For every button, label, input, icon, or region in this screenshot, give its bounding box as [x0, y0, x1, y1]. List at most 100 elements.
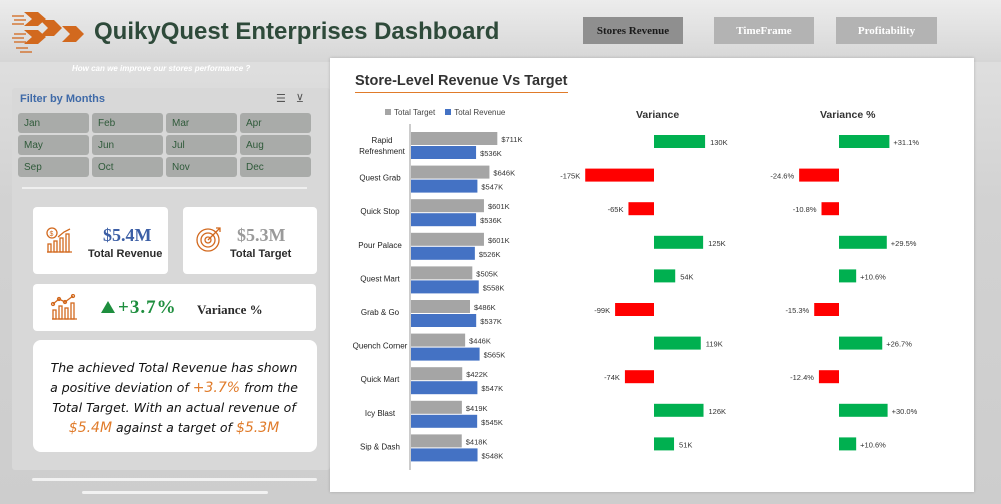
summary-text: The achieved Total Revenue has shown a p…	[50, 360, 298, 436]
variance-bar	[628, 202, 654, 216]
month-oct[interactable]: Oct	[92, 157, 163, 177]
target-data-label: $446K	[469, 337, 491, 346]
month-slicer: Jan Feb Mar Apr May Jun Jul Aug Sep Oct Nov Dec	[18, 113, 311, 177]
variance-pct-bar	[839, 135, 890, 148]
month-jan[interactable]: Jan	[18, 113, 89, 133]
store-label: Rapid	[372, 136, 393, 145]
kpi-revenue-label: Total Revenue	[88, 248, 163, 260]
variance-data-label: -99K	[594, 306, 610, 315]
scroll-bar	[82, 491, 268, 494]
target-icon	[196, 227, 221, 252]
target-bar	[411, 300, 471, 313]
variance-bar	[654, 437, 675, 451]
target-data-label: $505K	[476, 269, 498, 278]
month-sep[interactable]: Sep	[18, 157, 89, 177]
revenue-data-label: $536K	[480, 216, 502, 225]
variance-bar	[615, 303, 654, 316]
variance-pct-bar	[839, 235, 887, 249]
arrows-logo-icon	[12, 12, 84, 53]
variance-bar	[654, 135, 706, 148]
variance-pct-data-label: +10.6%	[860, 272, 886, 281]
nav-profitability[interactable]: Profitability	[836, 17, 937, 44]
target-bar	[411, 266, 473, 280]
target-data-label: $601K	[488, 236, 510, 245]
divider	[22, 187, 307, 189]
variance-chart-icon	[50, 294, 77, 320]
variance-pct-bar	[839, 403, 888, 417]
kpi-variance-value: +3.7%	[118, 297, 177, 318]
target-bar	[411, 333, 466, 347]
store-label: Sip & Dash	[360, 442, 400, 451]
target-bar	[411, 400, 462, 414]
revenue-bar	[411, 414, 478, 428]
revenue-data-label: $548K	[482, 451, 504, 460]
filter-title: Filter by Months	[20, 93, 105, 105]
store-label: Grab & Go	[361, 308, 400, 317]
variance-bar	[624, 370, 654, 384]
target-data-label: $646K	[493, 169, 515, 178]
kpi-total-revenue-card: $ $5.4M Total Revenue	[33, 207, 168, 274]
month-jul[interactable]: Jul	[166, 135, 237, 155]
kpi-target-value: $5.3M	[237, 225, 286, 245]
revenue-bar	[411, 146, 477, 159]
revenue-data-label: $536K	[480, 149, 502, 158]
variance-pct-bar	[839, 269, 857, 283]
variance-bar	[654, 235, 704, 249]
store-label: Pour Palace	[358, 241, 402, 250]
variance-data-label: -175K	[560, 172, 580, 181]
target-bar	[411, 132, 498, 145]
store-chart: Rapid Refreshment $711K $536K 130K +31.1% Ques…	[353, 124, 919, 470]
kpi-target-label: Total Target	[230, 248, 292, 260]
variance-data-label: 125K	[708, 239, 726, 248]
dashboard-subtitle: How can we improve our stores performanc…	[72, 64, 251, 73]
target-data-label: $418K	[466, 437, 488, 446]
kpi-revenue-value: $5.4M	[103, 225, 152, 245]
month-may[interactable]: May	[18, 135, 89, 155]
kpi-variance-card: +3.7% Variance %	[33, 284, 316, 331]
variance-bar	[654, 269, 676, 283]
up-triangle-icon	[101, 301, 115, 313]
variance-pct-bar	[818, 370, 839, 384]
kpi-variance-label: Variance %	[197, 302, 263, 317]
variance-pct-data-label: +30.0%	[892, 407, 918, 416]
revenue-chart-icon: $	[46, 227, 72, 253]
target-bar	[411, 165, 490, 179]
scroll-bar	[32, 478, 317, 481]
store-label: Quick Mart	[361, 375, 400, 384]
revenue-bar	[411, 280, 479, 294]
variance-data-label: 126K	[709, 407, 727, 416]
revenue-bar	[411, 448, 478, 462]
month-nov[interactable]: Nov	[166, 157, 237, 177]
store-label: Refreshment	[359, 147, 406, 156]
month-jun[interactable]: Jun	[92, 135, 163, 155]
month-aug[interactable]: Aug	[240, 135, 311, 155]
revenue-data-label: $565K	[484, 351, 506, 360]
target-data-label: $486K	[474, 303, 496, 312]
revenue-bar	[411, 179, 478, 193]
variance-pct-data-label: +10.6%	[860, 440, 886, 449]
month-apr[interactable]: Apr	[240, 113, 311, 133]
multi-select-icon[interactable]: ☰	[276, 92, 286, 105]
month-dec[interactable]: Dec	[240, 157, 311, 177]
month-feb[interactable]: Feb	[92, 113, 163, 133]
month-mar[interactable]: Mar	[166, 113, 237, 133]
variance-pct-bar	[839, 336, 883, 350]
target-data-label: $419K	[466, 404, 488, 413]
clear-filter-icon[interactable]: ⊻	[296, 92, 304, 105]
revenue-data-label: $558K	[483, 283, 505, 292]
kpi-total-target-card: $5.3M Total Target	[183, 207, 317, 274]
variance-data-label: -74K	[604, 373, 620, 382]
revenue-bar	[411, 314, 477, 327]
revenue-bar	[411, 381, 478, 395]
variance-pct-data-label: +31.1%	[893, 138, 919, 147]
variance-data-label: -65K	[608, 205, 624, 214]
variance-bar	[654, 403, 704, 417]
nav-stores-revenue[interactable]: Stores Revenue	[583, 17, 683, 44]
nav-timeframe[interactable]: TimeFrame	[714, 17, 814, 44]
variance-data-label: 119K	[706, 340, 723, 349]
variance-pct-data-label: -12.4%	[790, 373, 814, 382]
store-label: Quest Grab	[359, 174, 401, 183]
variance-pct-bar	[839, 437, 857, 451]
variance-pct-bar	[821, 202, 839, 216]
variance-bar	[654, 336, 701, 350]
